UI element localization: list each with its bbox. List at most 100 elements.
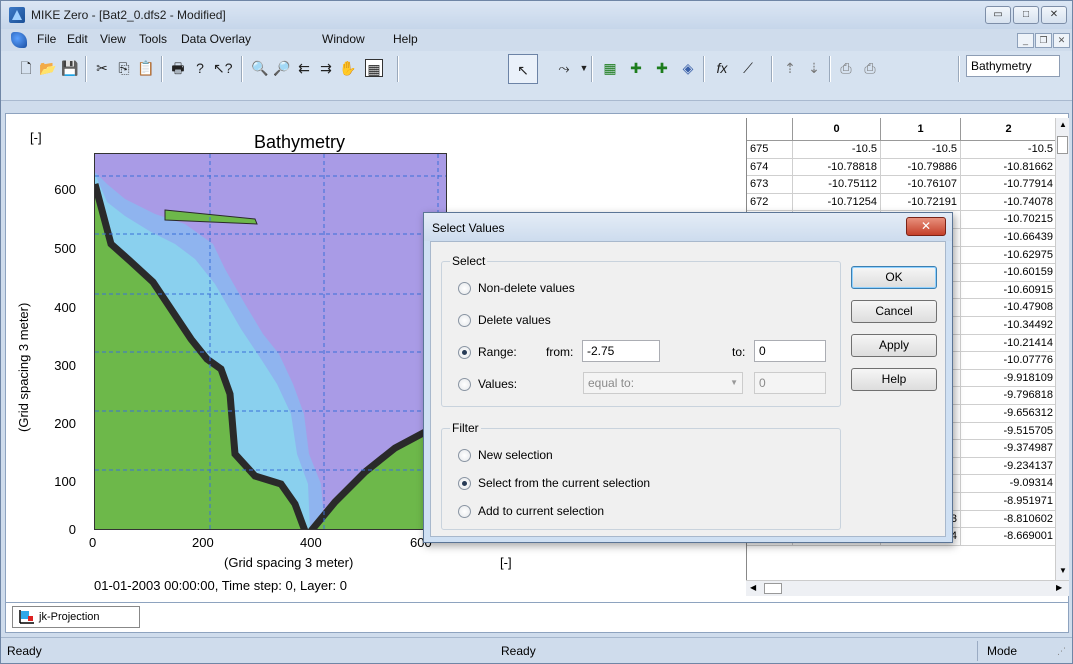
open-icon[interactable]: 📂	[39, 59, 57, 77]
table-row[interactable]: 672 -10.71254 -10.72191 -10.74078	[747, 193, 1056, 212]
table-cell[interactable]: -9.374987	[961, 440, 1056, 458]
table-cell[interactable]: -10.75112	[793, 176, 881, 194]
table-cell[interactable]: -9.796818	[961, 387, 1056, 405]
table-cell[interactable]: -10.72191	[881, 193, 961, 212]
context-help-icon[interactable]: ↖?	[213, 59, 233, 77]
table-cell[interactable]: -8.951971	[961, 493, 1056, 511]
table-cell[interactable]: -9.515705	[961, 423, 1056, 441]
pointer-icon[interactable]: ↖	[514, 61, 532, 79]
function-icon[interactable]: fx	[713, 59, 731, 77]
table-cell[interactable]: -9.918109	[961, 370, 1056, 388]
grid-col-header[interactable]: 1	[881, 118, 961, 141]
mdi-minimize-button[interactable]: _	[1017, 33, 1034, 48]
table-row[interactable]: 673 -10.75112 -10.76107 -10.77914	[747, 176, 1056, 194]
table-cell[interactable]: -10.5	[793, 141, 881, 159]
mdi-close-button[interactable]: ✕	[1053, 33, 1070, 48]
scroll-up-icon[interactable]: ▲	[1059, 120, 1067, 129]
radio-button[interactable]	[458, 505, 471, 518]
help-icon[interactable]: ?	[191, 59, 209, 77]
scroll-left-icon[interactable]: ◀	[750, 583, 756, 592]
line-tool-icon[interactable]: ⟋	[739, 59, 757, 77]
values-operator-select[interactable]: equal to: ▼	[583, 372, 743, 394]
maximize-button[interactable]: □	[1013, 6, 1039, 24]
table-cell[interactable]: -9.09314	[961, 475, 1056, 493]
dialog-close-button[interactable]: ✕	[906, 217, 946, 236]
minimize-button[interactable]: ▭	[985, 6, 1011, 24]
menu-tools[interactable]: Tools	[139, 32, 167, 46]
table-row[interactable]: 675 -10.5 -10.5 -10.5	[747, 141, 1056, 159]
row-index-cell[interactable]: 675	[747, 141, 793, 159]
scroll-right-icon[interactable]: ▶	[1056, 583, 1062, 592]
add-point-icon[interactable]: ✚	[627, 59, 645, 77]
scroll-down-icon[interactable]: ▼	[1059, 566, 1067, 575]
table-cell[interactable]: -10.62975	[961, 247, 1056, 265]
cut-icon[interactable]: ✂	[93, 59, 111, 77]
table-cell[interactable]: -10.34492	[961, 317, 1056, 335]
save-icon[interactable]: 💾	[61, 59, 79, 77]
row-index-cell[interactable]: 672	[747, 193, 793, 212]
add-row-icon[interactable]: ✚	[653, 59, 671, 77]
radio-button[interactable]	[458, 314, 471, 327]
hscroll-thumb[interactable]	[764, 583, 782, 594]
grid-vertical-scrollbar[interactable]: ▲ ▼	[1055, 118, 1069, 580]
document-icon[interactable]	[11, 32, 27, 48]
table-cell[interactable]: -8.810602	[961, 511, 1056, 529]
back-icon[interactable]: ⇇	[295, 59, 313, 77]
table-cell[interactable]: -9.234137	[961, 458, 1056, 476]
radio-button-checked[interactable]	[458, 346, 471, 359]
radio-button[interactable]	[458, 282, 471, 295]
layer-down-icon[interactable]: ⇣	[805, 59, 823, 77]
item-combo[interactable]: Bathymetry	[966, 55, 1060, 77]
cancel-button[interactable]: Cancel	[851, 300, 937, 323]
menu-data-overlay[interactable]: Data Overlay	[181, 32, 251, 46]
menu-help[interactable]: Help	[393, 32, 418, 46]
zoom-out-icon[interactable]: 🔎	[273, 59, 291, 77]
range-from-input[interactable]: -2.75	[582, 340, 660, 362]
paste-icon[interactable]: 📋	[137, 59, 155, 77]
menu-file[interactable]: File	[37, 32, 56, 46]
table-cell[interactable]: -10.74078	[961, 194, 1056, 212]
table-cell[interactable]: -10.71254	[793, 193, 881, 212]
print-icon[interactable]: 🖶	[169, 59, 187, 77]
grid-horizontal-scrollbar[interactable]: ◀ ▶	[746, 580, 1069, 596]
close-button[interactable]: ✕	[1041, 6, 1067, 24]
menu-window[interactable]: Window	[322, 32, 365, 46]
ok-button[interactable]: OK	[851, 266, 937, 289]
grid-col-header[interactable]: 0	[793, 118, 881, 141]
menu-view[interactable]: View	[100, 32, 126, 46]
table-cell[interactable]: -10.66439	[961, 229, 1056, 247]
scroll-thumb[interactable]	[1057, 136, 1068, 154]
row-index-cell[interactable]: 673	[747, 176, 793, 194]
print2-icon[interactable]: ⎙	[837, 59, 855, 77]
range-to-input[interactable]: 0	[754, 340, 826, 362]
table-cell[interactable]: -10.47908	[961, 299, 1056, 317]
table-cell[interactable]: -10.70215	[961, 211, 1056, 229]
table-cell[interactable]: -10.77914	[961, 176, 1056, 194]
grid-icon[interactable]: ▦	[601, 59, 619, 77]
grid-col-header[interactable]: 2	[961, 118, 1056, 141]
table-cell[interactable]: -10.76107	[881, 176, 961, 194]
table-cell[interactable]: -8.669001	[961, 528, 1056, 546]
table-cell[interactable]: -10.78818	[793, 158, 881, 177]
forward-icon[interactable]: ⇉	[317, 59, 335, 77]
bathymetry-map[interactable]	[94, 153, 447, 530]
table-cell[interactable]: -10.79886	[881, 158, 961, 177]
grid-view-icon[interactable]: ▦	[365, 59, 383, 77]
menu-edit[interactable]: Edit	[67, 32, 88, 46]
radio-button[interactable]	[458, 449, 471, 462]
table-cell[interactable]: -10.60159	[961, 264, 1056, 282]
layer-up-icon[interactable]: ⇡	[781, 59, 799, 77]
radio-button[interactable]	[458, 378, 471, 391]
zoom-in-icon[interactable]: 🔍	[251, 59, 269, 77]
fill-icon[interactable]: ◈	[679, 59, 697, 77]
table-row[interactable]: 674 -10.78818 -10.79886 -10.81662	[747, 158, 1056, 177]
mdi-restore-button[interactable]: ❐	[1035, 33, 1052, 48]
values-input[interactable]: 0	[754, 372, 826, 394]
table-cell[interactable]: -10.21414	[961, 335, 1056, 353]
copy-icon[interactable]: ⎘	[115, 59, 133, 77]
pan-icon[interactable]: ✋	[339, 59, 357, 77]
radio-button-checked[interactable]	[458, 477, 471, 490]
table-cell[interactable]: -10.5	[961, 141, 1056, 159]
apply-button[interactable]: Apply	[851, 334, 937, 357]
new-icon[interactable]: 🗋	[17, 59, 35, 77]
